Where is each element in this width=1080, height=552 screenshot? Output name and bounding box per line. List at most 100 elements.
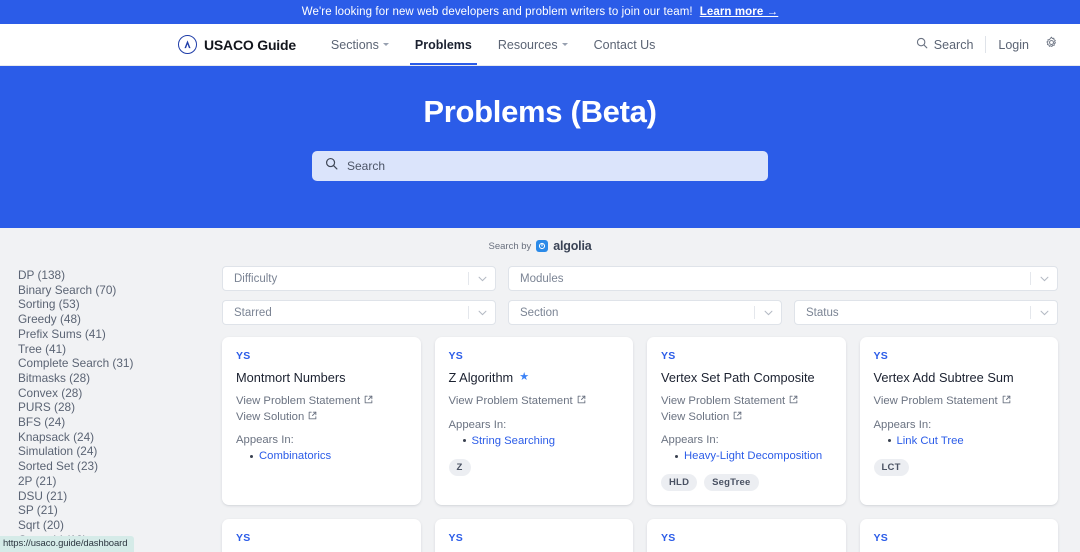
sidebar-item-convex[interactable]: Convex (28) — [18, 386, 222, 401]
sidebar-item-simulation[interactable]: Simulation (24) — [18, 444, 222, 459]
announcement-learn-more-link[interactable]: Learn more → — [700, 6, 779, 18]
login-button[interactable]: Login — [986, 38, 1041, 52]
appears-in-list: Combinatorics — [250, 448, 407, 464]
chevron-down-icon[interactable] — [469, 276, 495, 282]
view-solution-link[interactable]: View Solution — [236, 410, 407, 426]
sidebar-item-sorting[interactable]: Sorting (53) — [18, 297, 222, 312]
sidebar-item-prefix-sums[interactable]: Prefix Sums (41) — [18, 327, 222, 342]
starred-filter[interactable]: Starred — [222, 300, 496, 325]
sidebar-item-dp[interactable]: DP (138) — [18, 268, 222, 283]
appears-in-item[interactable]: Heavy-Light Decomposition — [675, 448, 832, 464]
section-filter-label: Section — [520, 306, 559, 319]
brand-logo[interactable]: USACO Guide — [178, 35, 296, 54]
problem-source-label[interactable]: YS — [236, 350, 407, 362]
view-problem-statement-link[interactable]: View Problem Statement — [236, 394, 407, 410]
nav-item-problems[interactable]: Problems — [402, 24, 485, 65]
page-title: Problems (Beta) — [423, 94, 657, 129]
navbar-search-button[interactable]: Search — [904, 37, 986, 52]
appears-in-label: Appears In: — [873, 418, 932, 431]
view-solution-label: View Solution — [236, 410, 305, 423]
star-icon[interactable]: ★ — [519, 370, 529, 385]
appears-in-item[interactable]: Link Cut Tree — [887, 433, 1045, 449]
problem-source-label[interactable]: YS — [874, 532, 1045, 544]
problem-title-text: Vertex Add Subtree Sum — [873, 370, 1014, 385]
chevron-down-icon[interactable] — [755, 310, 781, 316]
problem-source-label[interactable]: YS — [661, 350, 832, 362]
external-link-icon — [1002, 394, 1011, 410]
filter-row-1: Difficulty Modules — [222, 266, 1058, 291]
appears-in-item[interactable]: Combinatorics — [250, 448, 407, 464]
external-link-icon — [789, 394, 798, 410]
view-problem-statement-link[interactable]: View Problem Statement — [874, 394, 1045, 410]
problem-source-label[interactable]: YS — [449, 350, 620, 362]
chevron-down-icon[interactable] — [1031, 276, 1057, 282]
chevron-down-icon[interactable] — [1031, 310, 1057, 316]
sidebar-item-bfs[interactable]: BFS (24) — [18, 415, 222, 430]
problem-title: Vertex Add Subtree Sum — [874, 370, 1045, 385]
usaco-mountain-icon — [178, 35, 197, 54]
settings-button[interactable] — [1041, 36, 1058, 54]
chevron-down-icon[interactable] — [469, 310, 495, 316]
nav-links: Sections Problems Resources Contact Us — [318, 24, 669, 65]
external-link-icon — [577, 394, 586, 410]
view-problem-statement-label: View Problem Statement — [236, 395, 361, 407]
sidebar-item-greedy[interactable]: Greedy (48) — [18, 312, 222, 327]
problem-source-label[interactable]: YS — [661, 532, 832, 544]
status-filter[interactable]: Status — [794, 300, 1058, 325]
sidebar-item-sp[interactable]: SP (21) — [18, 503, 222, 518]
appears-in-label: Appears In: — [661, 434, 719, 446]
problems-search-input[interactable]: Search — [312, 151, 768, 181]
algolia-attribution: Search by algolia — [0, 228, 1080, 262]
problem-title: Vertex Set Path Composite — [661, 370, 832, 385]
chevron-down-icon — [382, 43, 389, 46]
nav-item-problems-label: Problems — [414, 37, 472, 52]
problem-tags: LCT — [873, 458, 1045, 476]
appears-in-list: Heavy-Light Decomposition — [675, 448, 832, 464]
view-solution-link[interactable]: View Solution — [661, 410, 832, 426]
problem-tag[interactable]: Z — [448, 458, 471, 476]
sidebar-item-sqrt[interactable]: Sqrt (20) — [18, 518, 222, 533]
sidebar-item-purs[interactable]: PURS (28) — [18, 400, 222, 415]
sidebar-item-bitmasks[interactable]: Bitmasks (28) — [18, 371, 222, 386]
difficulty-filter[interactable]: Difficulty — [222, 266, 496, 291]
section-filter[interactable]: Section — [508, 300, 782, 325]
appears-in-label: Appears In: — [236, 434, 294, 446]
problem-card: YS Vertex Set Path Composite View Problem … — [647, 337, 846, 505]
tag-sidebar: DP (138) Binary Search (70) Sorting (53)… — [0, 262, 222, 552]
chevron-down-icon — [561, 43, 568, 46]
sidebar-item-dsu[interactable]: DSU (21) — [18, 489, 222, 504]
view-problem-statement-label: View Problem Statement — [661, 395, 786, 407]
external-link-icon — [733, 410, 742, 426]
appears-in-item[interactable]: String Searching — [462, 433, 620, 449]
algolia-prefix-label: Search by — [488, 240, 532, 252]
problem-card: YS Z Algorithm ★ View Problem Statement Appe… — [434, 337, 633, 505]
problem-tag[interactable]: SegTree — [704, 474, 759, 491]
sidebar-item-knapsack[interactable]: Knapsack (24) — [18, 430, 222, 445]
problem-title: Montmort Numbers — [236, 370, 407, 385]
nav-item-resources-label: Resources — [497, 37, 558, 52]
brand-name: USACO Guide — [204, 36, 296, 53]
view-problem-statement-link[interactable]: View Problem Statement — [661, 394, 832, 410]
nav-item-contact-us-label: Contact Us — [593, 37, 656, 52]
nav-item-contact-us[interactable]: Contact Us — [581, 24, 669, 65]
problem-card: YSVertex Add Component SumView Problem S… — [647, 519, 846, 552]
sidebar-item-tree[interactable]: Tree (41) — [18, 342, 222, 357]
problem-tag[interactable]: HLD — [661, 474, 698, 491]
sidebar-item-binary-search[interactable]: Binary Search (70) — [18, 283, 222, 298]
problem-source-label[interactable]: YS — [874, 350, 1045, 362]
problem-source-label[interactable]: YS — [449, 532, 620, 544]
sidebar-item-2p[interactable]: 2P (21) — [18, 474, 222, 489]
nav-item-resources[interactable]: Resources — [485, 24, 581, 65]
view-problem-statement-link[interactable]: View Problem Statement — [449, 394, 620, 410]
sidebar-item-complete-search[interactable]: Complete Search (31) — [18, 356, 222, 371]
problem-tag[interactable]: LCT — [873, 458, 909, 476]
nav-item-sections[interactable]: Sections — [318, 24, 402, 65]
search-icon — [325, 157, 338, 175]
problem-source-label[interactable]: YS — [236, 532, 407, 544]
external-link-icon — [308, 410, 317, 426]
problem-tags: HLD SegTree — [661, 474, 832, 491]
difficulty-filter-label: Difficulty — [234, 272, 278, 285]
modules-filter[interactable]: Modules — [508, 266, 1058, 291]
sidebar-item-sorted-set[interactable]: Sorted Set (23) — [18, 459, 222, 474]
appears-in-list: Link Cut Tree — [887, 433, 1045, 449]
